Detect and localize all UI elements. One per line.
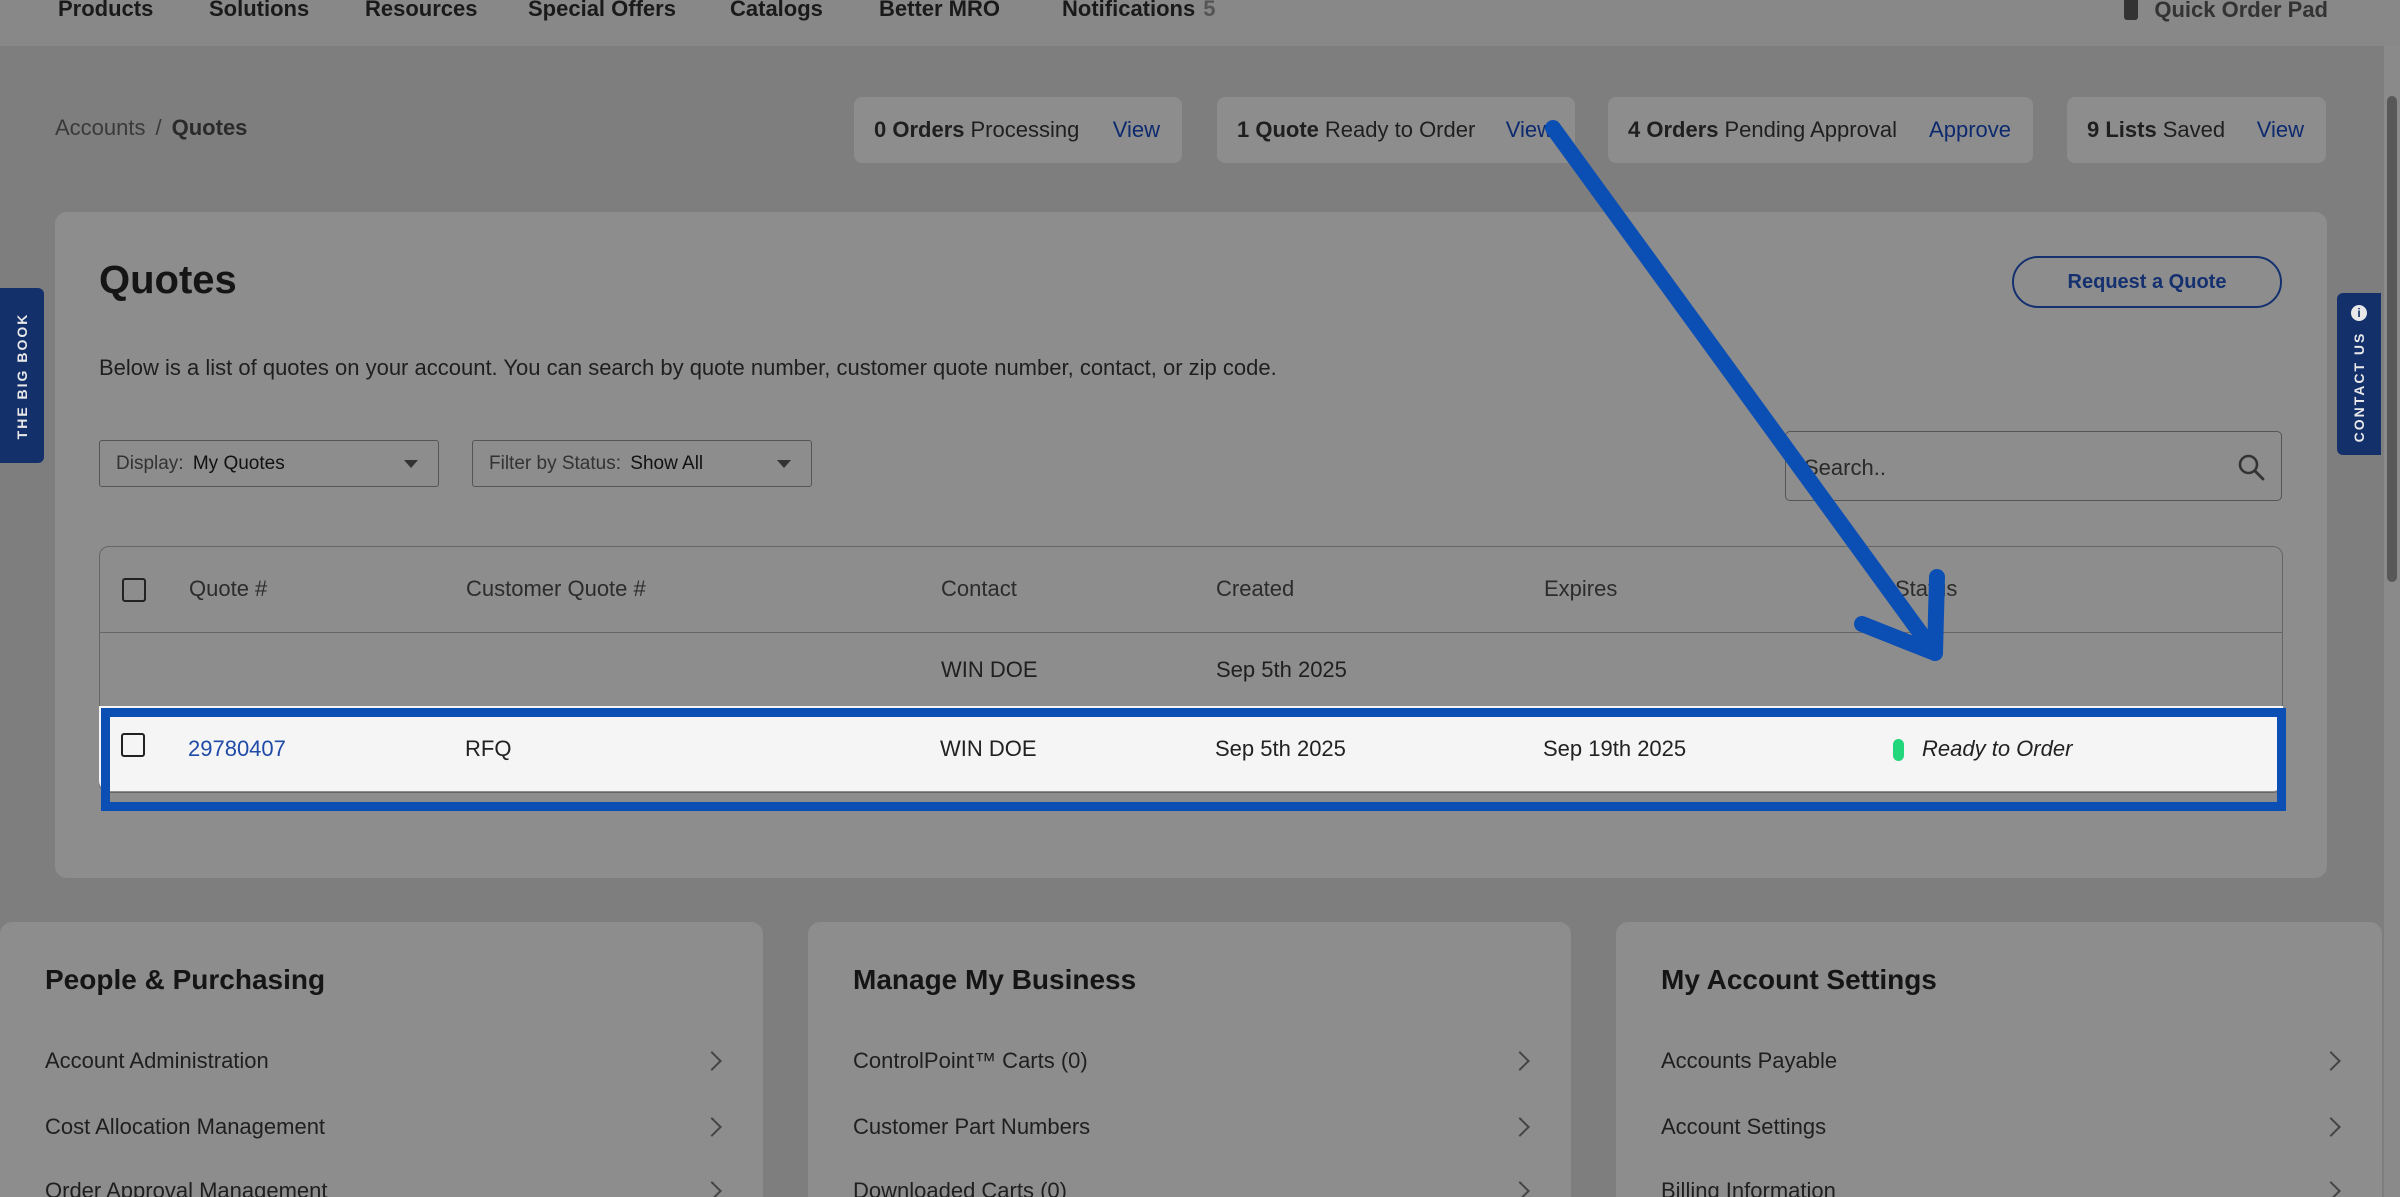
- people-purchasing-card: People & Purchasing Account Administrati…: [0, 922, 763, 1197]
- chevron-right-icon[interactable]: [2321, 1117, 2341, 1137]
- nav-notifications[interactable]: Notifications 5: [1062, 0, 1215, 22]
- big-book-tab[interactable]: THE BIG BOOK: [0, 288, 44, 463]
- col-contact[interactable]: Contact: [941, 576, 1017, 602]
- card-title: Manage My Business: [853, 964, 1137, 995]
- lists-saved-box: 9 Lists Saved View: [2067, 97, 2326, 163]
- chevron-right-icon[interactable]: [1510, 1117, 1530, 1137]
- notification-count-badge: 5: [1203, 0, 1216, 21]
- link-customer-part-numbers[interactable]: Customer Part Numbers: [853, 1114, 1090, 1140]
- top-navigation: Products Solutions Resources Special Off…: [0, 0, 2400, 46]
- clipboard-icon: [2124, 0, 2139, 20]
- breadcrumb-separator: /: [155, 115, 162, 140]
- annotation-highlight-box: [101, 708, 2286, 811]
- status-filter-label: Filter by Status:: [489, 452, 621, 474]
- orders-pending-approval-box: 4 Orders Pending Approval Approve: [1608, 97, 2033, 163]
- request-quote-button[interactable]: Request a Quote: [2012, 256, 2282, 308]
- breadcrumb-accounts[interactable]: Accounts: [55, 115, 146, 140]
- quote-ready-count: 1 Quote: [1237, 117, 1319, 142]
- link-downloaded-carts[interactable]: Downloaded Carts (0): [853, 1178, 1067, 1197]
- lists-saved-label: Saved: [2162, 117, 2226, 142]
- contact-us-tab[interactable]: i CONTACT US: [2337, 293, 2381, 455]
- row-contact: WIN DOE: [941, 657, 1038, 682]
- contact-us-label: CONTACT US: [2351, 331, 2367, 443]
- quick-order-pad-link[interactable]: Quick Order Pad: [2124, 0, 2328, 23]
- lists-saved-count: 9 Lists: [2087, 117, 2157, 142]
- card-title: My Account Settings: [1661, 964, 1937, 995]
- page-title: Quotes: [99, 258, 237, 302]
- nav-resources[interactable]: Resources: [365, 0, 478, 22]
- orders-pending-label: Pending Approval: [1724, 117, 1897, 142]
- account-settings-card: My Account Settings Accounts Payable Acc…: [1616, 922, 2382, 1197]
- row-created: Sep 5th 2025: [1216, 657, 1347, 682]
- chevron-right-icon[interactable]: [702, 1181, 722, 1197]
- link-account-settings[interactable]: Account Settings: [1661, 1114, 1826, 1140]
- nav-solutions[interactable]: Solutions: [209, 0, 309, 22]
- chevron-down-icon: [777, 460, 791, 468]
- orders-pending-count: 4 Orders: [1628, 117, 1719, 142]
- quote-ready-box: 1 Quote Ready to Order View: [1217, 97, 1575, 163]
- link-controlpoint-carts[interactable]: ControlPoint™ Carts (0): [853, 1048, 1088, 1074]
- chevron-right-icon[interactable]: [1510, 1051, 1530, 1071]
- chevron-right-icon[interactable]: [702, 1051, 722, 1071]
- nav-special-offers[interactable]: Special Offers: [528, 0, 676, 22]
- display-filter-label: Display:: [116, 452, 184, 474]
- col-customer-quote[interactable]: Customer Quote #: [466, 576, 646, 602]
- card-title: People & Purchasing: [45, 964, 326, 995]
- manage-business-card: Manage My Business ControlPoint™ Carts (…: [808, 922, 1571, 1197]
- nav-catalogs[interactable]: Catalogs: [730, 0, 823, 22]
- chevron-right-icon[interactable]: [1510, 1181, 1530, 1197]
- breadcrumb: Accounts / Quotes: [55, 115, 247, 141]
- lists-saved-view-link[interactable]: View: [2257, 117, 2304, 143]
- orders-processing-box: 0 Orders Processing View: [854, 97, 1182, 163]
- nav-notifications-label: Notifications: [1062, 0, 1196, 21]
- col-created[interactable]: Created: [1216, 576, 1294, 602]
- col-status[interactable]: Status: [1895, 576, 1957, 602]
- col-expires[interactable]: Expires: [1544, 576, 1617, 602]
- col-quote-number[interactable]: Quote #: [189, 576, 267, 602]
- orders-processing-view-link[interactable]: View: [1113, 117, 1160, 143]
- chevron-right-icon[interactable]: [2321, 1051, 2341, 1071]
- display-filter-select[interactable]: Display: My Quotes: [99, 440, 439, 487]
- chevron-right-icon[interactable]: [702, 1117, 722, 1137]
- info-icon: i: [2351, 305, 2367, 321]
- link-billing-information[interactable]: Billing Information: [1661, 1178, 1836, 1197]
- quote-ready-label: Ready to Order: [1324, 117, 1476, 142]
- page-scrollbar[interactable]: [2384, 46, 2400, 1197]
- table-row: WIN DOE Sep 5th 2025: [100, 633, 2282, 707]
- link-cost-allocation[interactable]: Cost Allocation Management: [45, 1114, 325, 1140]
- select-all-checkbox[interactable]: [122, 578, 146, 602]
- search-input[interactable]: Search..: [1785, 431, 2282, 501]
- chevron-down-icon: [404, 460, 418, 468]
- status-filter-select[interactable]: Filter by Status: Show All: [472, 440, 812, 487]
- quote-ready-view-link[interactable]: View: [1506, 117, 1553, 143]
- search-icon[interactable]: [2237, 453, 2265, 481]
- big-book-label: THE BIG BOOK: [14, 312, 30, 439]
- nav-better-mro[interactable]: Better MRO: [879, 0, 1000, 22]
- breadcrumb-quotes: Quotes: [171, 115, 248, 140]
- orders-processing-count: 0 Orders: [874, 117, 965, 142]
- link-accounts-payable[interactable]: Accounts Payable: [1661, 1048, 1837, 1074]
- status-filter-value: Show All: [630, 452, 704, 474]
- quick-order-pad-label: Quick Order Pad: [2154, 0, 2328, 22]
- chevron-right-icon[interactable]: [2321, 1181, 2341, 1197]
- quotes-description: Below is a list of quotes on your accoun…: [99, 355, 1277, 380]
- link-account-administration[interactable]: Account Administration: [45, 1048, 269, 1074]
- nav-products[interactable]: Products: [58, 0, 153, 22]
- display-filter-value: My Quotes: [192, 452, 285, 474]
- link-order-approval[interactable]: Order Approval Management: [45, 1178, 328, 1197]
- orders-approve-link[interactable]: Approve: [1929, 117, 2011, 143]
- table-header-row: Quote # Customer Quote # Contact Created…: [100, 547, 2282, 633]
- search-placeholder: Search..: [1804, 455, 1886, 480]
- scrollbar-thumb[interactable]: [2387, 96, 2397, 582]
- orders-processing-label: Processing: [970, 117, 1080, 142]
